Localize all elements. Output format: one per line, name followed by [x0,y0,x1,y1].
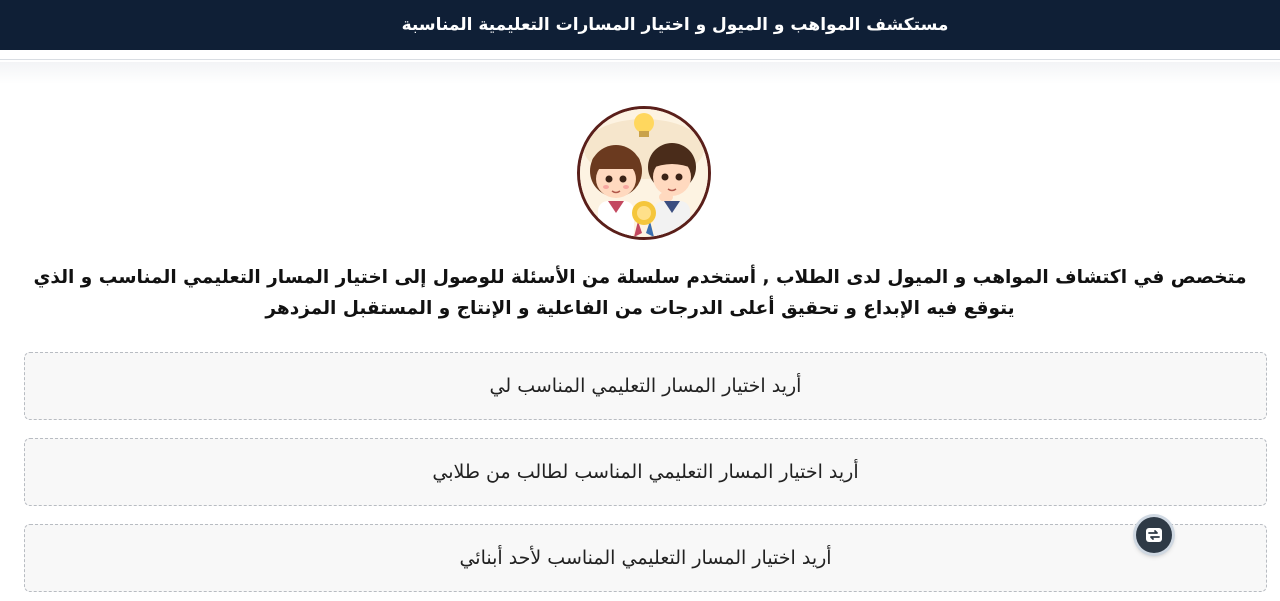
option-label: أريد اختيار المسار التعليمي المناسب لطال… [432,461,859,483]
chat-switch-icon [1146,528,1162,542]
floating-chat-button[interactable] [1136,517,1172,553]
page-title: مستكشف المواهب و الميول و اختيار المسارا… [401,15,949,35]
assistant-avatar [577,106,711,240]
app-header: مستكشف المواهب و الميول و اختيار المسارا… [0,0,1280,50]
option-choose-path-for-child[interactable]: أريد اختيار المسار التعليمي المناسب لأحد… [24,524,1267,592]
header-divider [0,59,1280,60]
intro-description: متخصص في اكتشاف المواهب و الميول لدى الط… [33,267,1247,319]
option-choose-path-for-student[interactable]: أريد اختيار المسار التعليمي المناسب لطال… [24,438,1267,506]
option-label: أريد اختيار المسار التعليمي المناسب لي [489,375,802,397]
content-top-shade [0,62,1280,84]
children-illustration-icon [580,109,708,237]
option-label: أريد اختيار المسار التعليمي المناسب لأحد… [459,547,832,569]
option-choose-path-for-me[interactable]: أريد اختيار المسار التعليمي المناسب لي [24,352,1267,420]
